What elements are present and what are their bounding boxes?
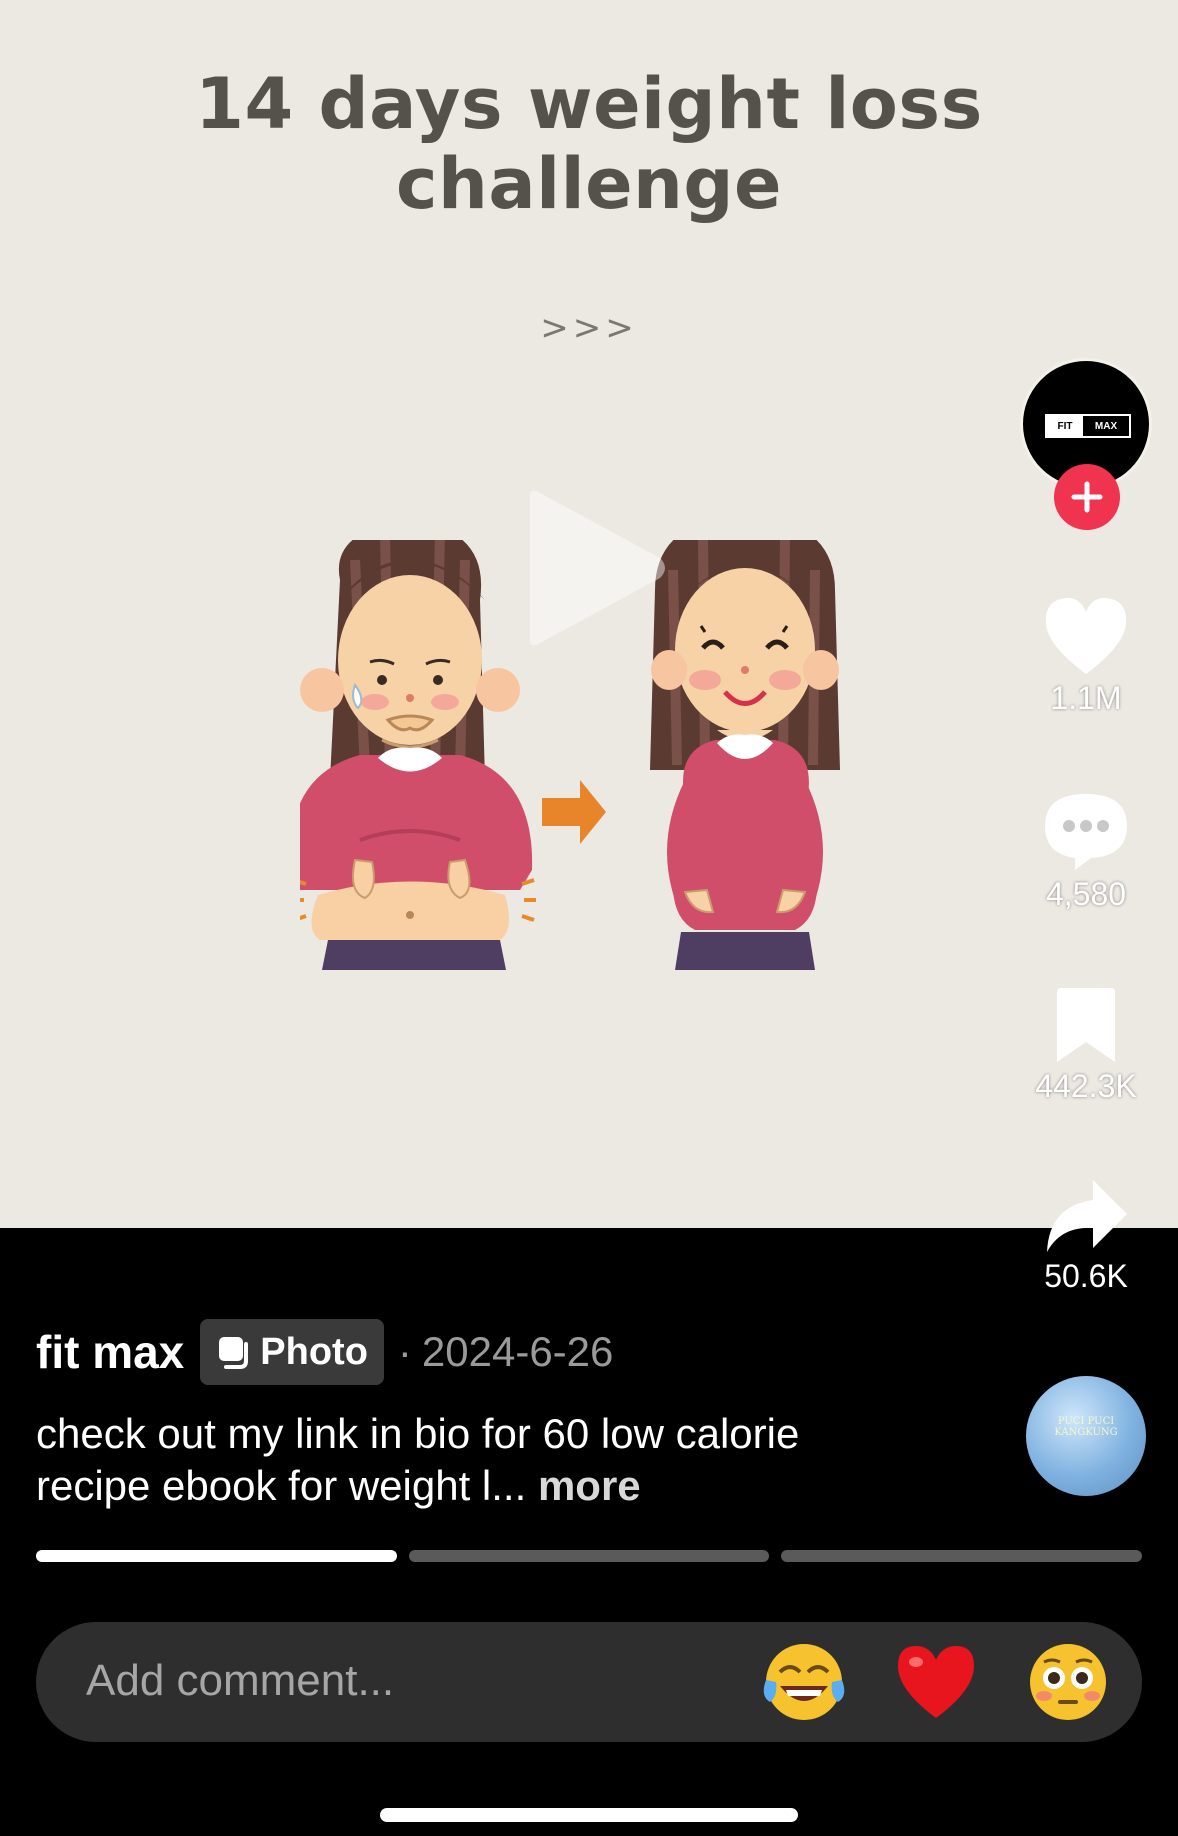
comment-button[interactable]: 4,580 bbox=[1020, 790, 1152, 913]
photo-badge: Photo bbox=[200, 1319, 384, 1385]
progress-segment-2 bbox=[408, 1550, 770, 1562]
plus-icon bbox=[1071, 481, 1103, 513]
heart-icon bbox=[1045, 597, 1127, 674]
photo-badge-label: Photo bbox=[260, 1330, 368, 1373]
home-indicator[interactable] bbox=[380, 1808, 798, 1822]
post-title: 14 days weight loss challenge bbox=[0, 64, 1178, 224]
share-button[interactable]: 50.6K bbox=[1020, 1178, 1152, 1295]
caption-text: check out my link in bio for 60 low calo… bbox=[36, 1410, 800, 1509]
tiktok-photo-post-screen: 14 days weight loss challenge >>> FIT MA… bbox=[0, 0, 1178, 1836]
comment-count: 4,580 bbox=[1045, 876, 1127, 912]
music-disc-label: PUCI PUCI KANGKUNG bbox=[1054, 1416, 1118, 1438]
progress-segment-1 bbox=[36, 1550, 397, 1562]
progress-segment-3 bbox=[781, 1550, 1143, 1562]
comment-bubble-icon bbox=[1045, 794, 1127, 870]
caption-more-link[interactable]: more bbox=[538, 1462, 641, 1509]
like-count: 1.1M bbox=[1050, 680, 1122, 716]
red-heart-emoji[interactable] bbox=[894, 1640, 978, 1724]
like-button[interactable]: 1.1M bbox=[1020, 594, 1152, 717]
post-date: · 2024-6-26 bbox=[397, 1328, 614, 1375]
photo-post-slide[interactable]: 14 days weight loss challenge >>> bbox=[0, 0, 1178, 1228]
post-title-line-1: 14 days weight loss bbox=[195, 63, 983, 145]
joy-emoji[interactable] bbox=[762, 1640, 846, 1724]
slide-progress bbox=[36, 1550, 1143, 1562]
comment-bar: Add comment... bbox=[36, 1622, 1142, 1742]
add-comment-input[interactable]: Add comment... bbox=[86, 1656, 394, 1706]
save-count: 442.3K bbox=[1035, 1068, 1137, 1104]
flushed-emoji[interactable] bbox=[1026, 1640, 1110, 1724]
transition-arrow bbox=[542, 780, 606, 844]
follow-button[interactable] bbox=[1054, 464, 1120, 530]
photo-carousel-icon bbox=[219, 1337, 249, 1369]
before-figure bbox=[300, 540, 536, 970]
fit-max-logo: FIT MAX bbox=[1045, 414, 1131, 438]
username[interactable]: fit max bbox=[36, 1325, 184, 1379]
play-icon[interactable] bbox=[520, 488, 670, 648]
post-title-line-2: challenge bbox=[396, 143, 782, 225]
post-meta: fit max Photo · 2024-6-26 bbox=[36, 1318, 613, 1386]
save-button[interactable]: 442.3K bbox=[1020, 986, 1152, 1105]
bookmark-icon bbox=[1057, 988, 1115, 1062]
share-count: 50.6K bbox=[1044, 1258, 1128, 1294]
share-arrow-icon bbox=[1047, 1180, 1127, 1252]
music-disc[interactable]: PUCI PUCI KANGKUNG bbox=[1026, 1376, 1146, 1496]
swipe-arrows: >>> bbox=[540, 308, 638, 348]
after-figure bbox=[650, 540, 840, 970]
post-caption[interactable]: check out my link in bio for 60 low calo… bbox=[36, 1408, 876, 1512]
